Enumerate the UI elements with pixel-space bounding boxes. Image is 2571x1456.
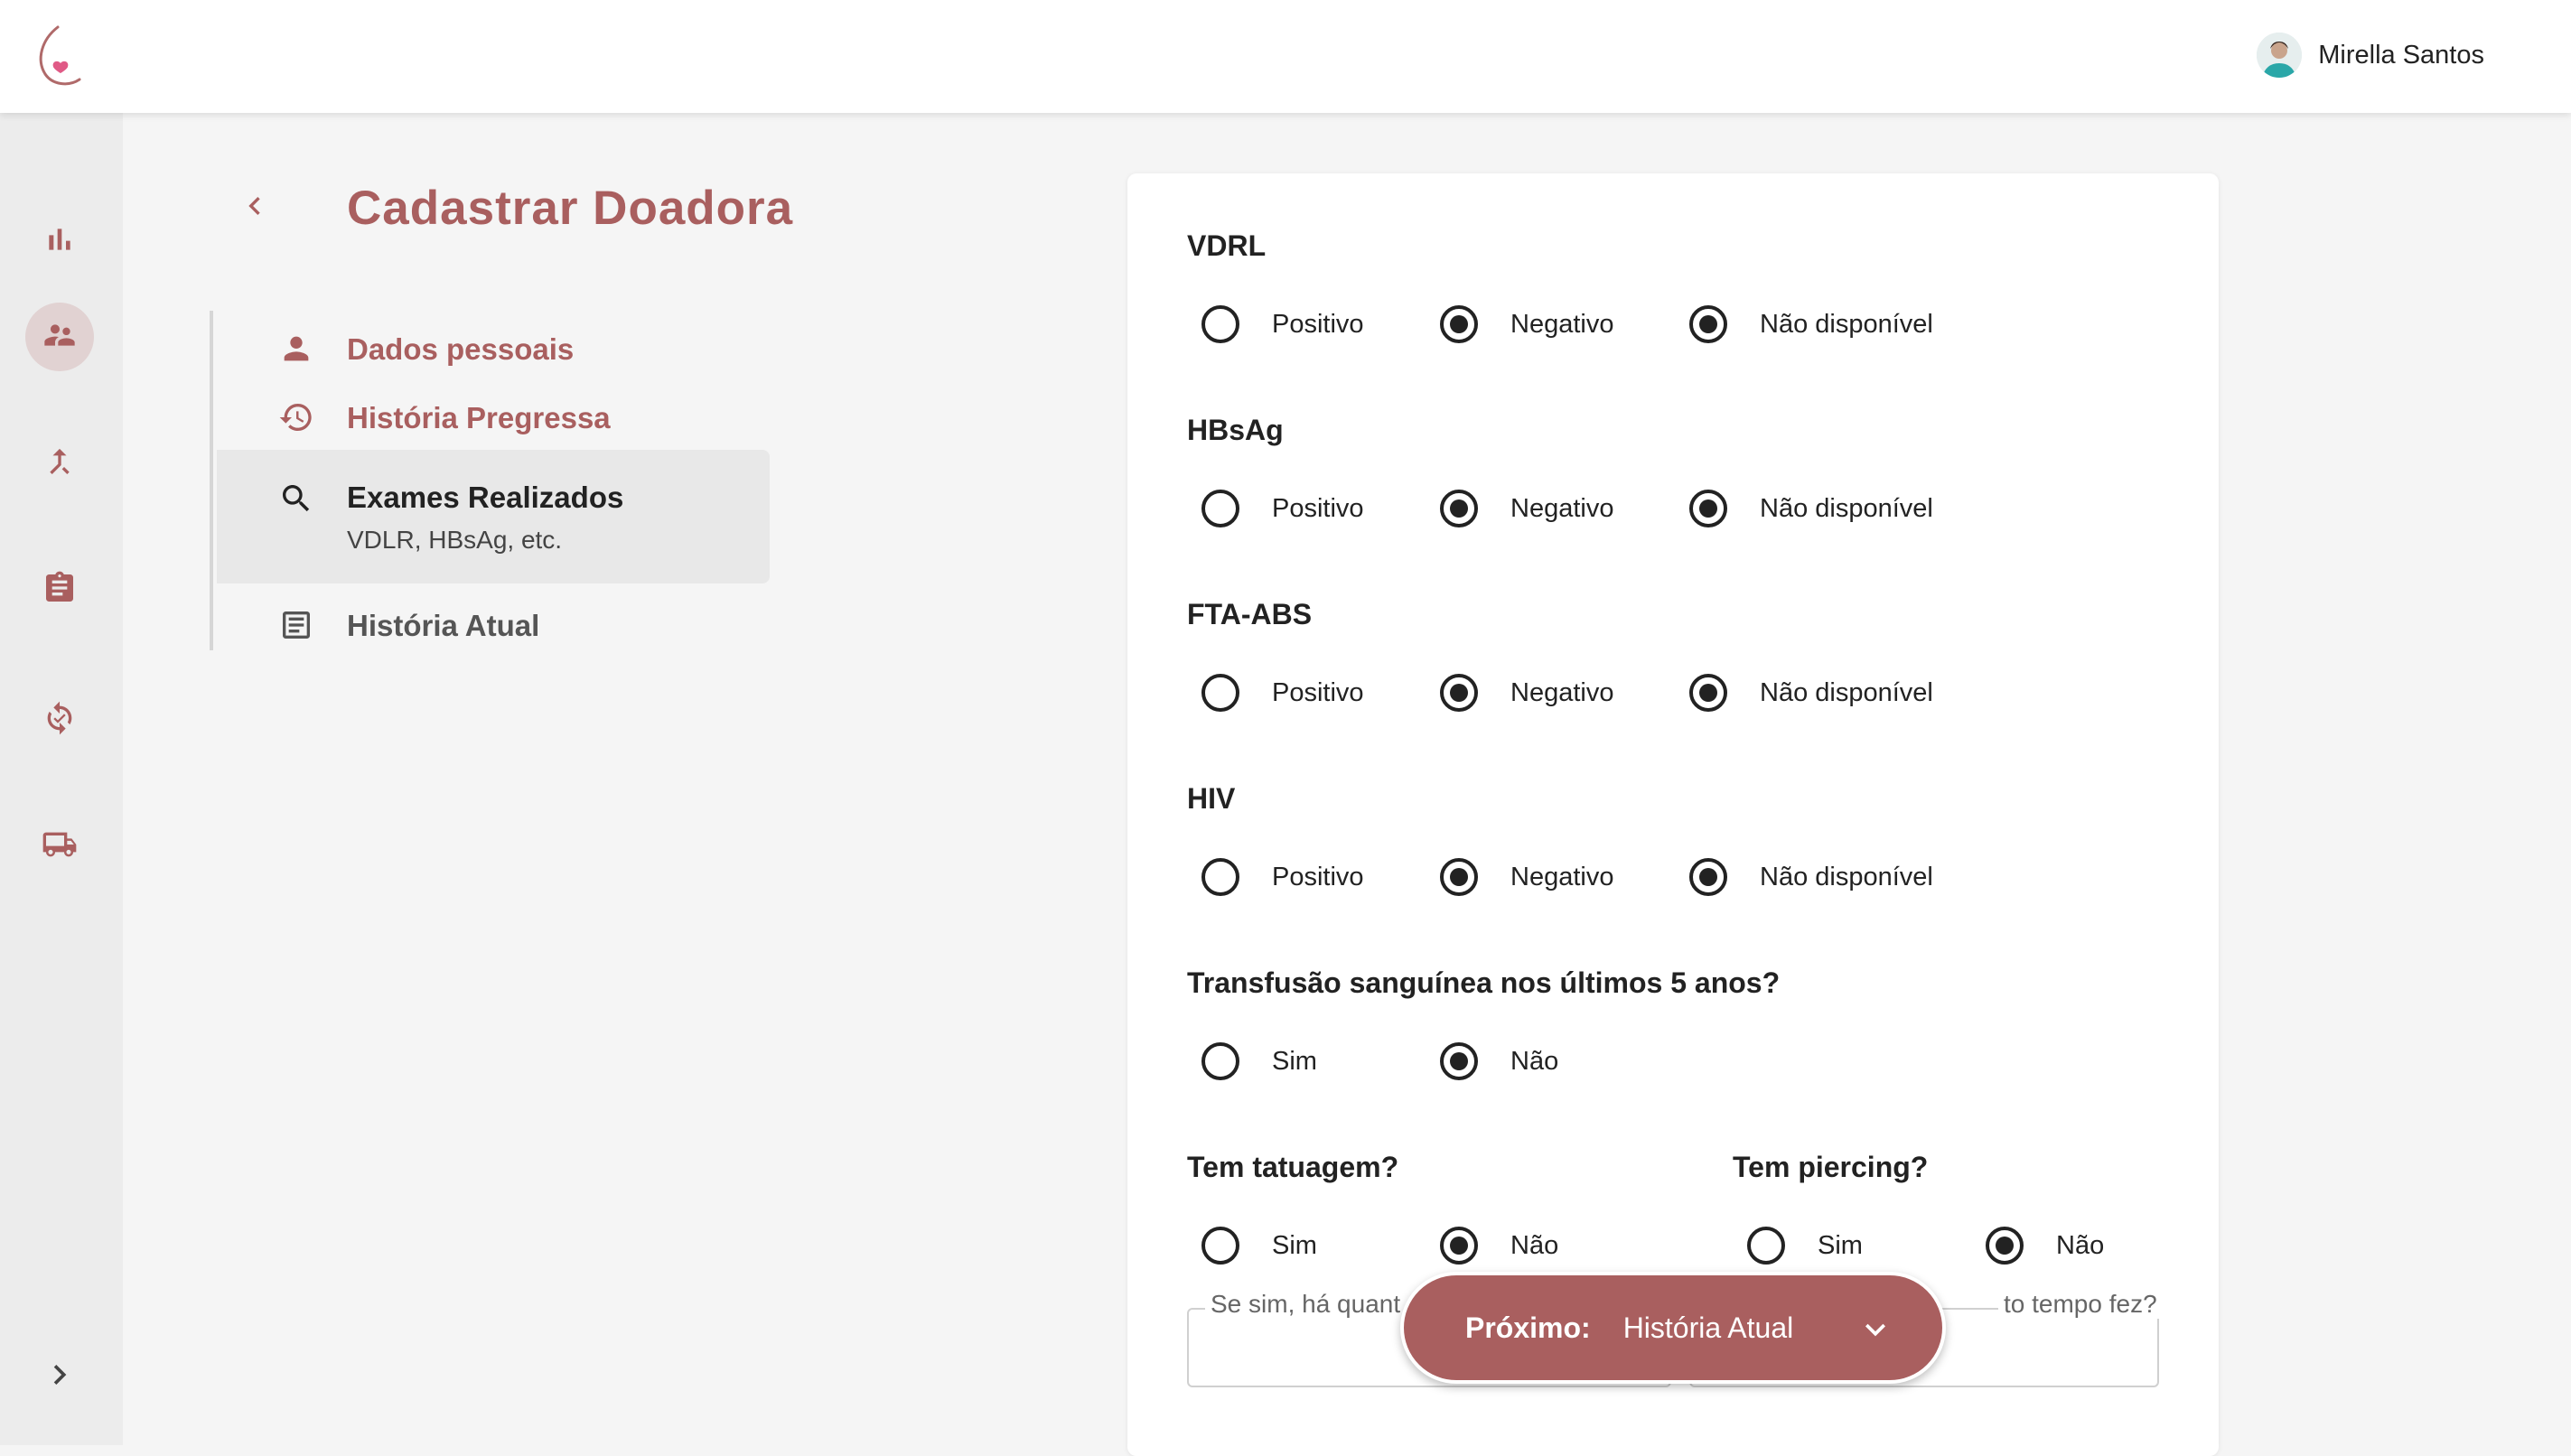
back-button[interactable] [235, 189, 275, 229]
radio-vdrl-negativo[interactable]: Negativo [1440, 305, 1613, 343]
radio-transfusao-sim[interactable]: Sim [1201, 1042, 1317, 1080]
user-name: Mirella Santos [2318, 40, 2484, 70]
radio-hbsag-nao-disponivel[interactable]: Não disponível [1689, 490, 1933, 527]
step-historia-pregressa[interactable]: História Pregressa [217, 387, 770, 444]
step-label: Exames Realizados [347, 481, 624, 514]
radio-vdrl-positivo[interactable]: Positivo [1201, 305, 1364, 343]
top-bar: Mirella Santos [0, 0, 2571, 113]
field-label: to tempo fez? [1998, 1290, 2163, 1319]
next-step-button[interactable]: Próximo: História Atual [1400, 1272, 1946, 1384]
next-step-name: História Atual [1622, 1311, 1794, 1344]
avatar [2257, 33, 2303, 78]
radio-hiv-negativo[interactable]: Negativo [1440, 858, 1613, 896]
radio-fta-nao-disponivel[interactable]: Não disponível [1689, 674, 1933, 712]
step-dados-pessoais[interactable]: Dados pessoais [217, 320, 770, 378]
step-historia-atual[interactable]: História Atual [217, 596, 770, 654]
radio-fta-negativo[interactable]: Negativo [1440, 674, 1613, 712]
search-icon [278, 481, 314, 517]
expand-rail-button[interactable] [40, 1355, 79, 1395]
article-icon [278, 607, 314, 643]
sync-nav-button[interactable] [25, 686, 94, 754]
radio-hiv-positivo[interactable]: Positivo [1201, 858, 1364, 896]
merge-nav-button[interactable] [25, 429, 94, 498]
question-label-piercing: Tem piercing? [1733, 1151, 1929, 1183]
radio-piercing-nao[interactable]: Não [1986, 1227, 2104, 1265]
bar-chart-icon [42, 221, 78, 262]
radio-piercing-sim[interactable]: Sim [1747, 1227, 1863, 1265]
truck-icon [42, 826, 78, 867]
step-label: História Pregressa [347, 401, 611, 434]
radio-tatuagem-nao[interactable]: Não [1440, 1227, 1558, 1265]
sync-check-icon [42, 700, 78, 741]
people-icon [42, 317, 78, 358]
history-icon [278, 399, 314, 435]
step-label: Dados pessoais [347, 332, 575, 366]
question-label-fta-abs: FTA-ABS [1187, 598, 1313, 630]
side-rail [0, 113, 123, 1445]
radio-hbsag-negativo[interactable]: Negativo [1440, 490, 1613, 527]
merge-icon [42, 443, 78, 484]
clipboard-icon [42, 570, 78, 611]
question-label-hbsag: HBsAg [1187, 414, 1284, 446]
question-label-hiv: HIV [1187, 782, 1236, 815]
dashboard-nav-button[interactable] [25, 207, 94, 275]
delivery-nav-button[interactable] [25, 812, 94, 881]
page-title: Cadastrar Doadora [347, 182, 794, 235]
question-label-transfusao: Transfusão sanguínea nos últimos 5 anos? [1187, 966, 1781, 999]
step-label: História Atual [347, 609, 540, 642]
next-prefix: Próximo: [1465, 1311, 1591, 1344]
page-header: Cadastrar Doadora [235, 181, 793, 236]
person-icon [278, 331, 314, 367]
donors-nav-button[interactable] [25, 303, 94, 371]
radio-tatuagem-sim[interactable]: Sim [1201, 1227, 1317, 1265]
chevron-down-icon[interactable] [1856, 1310, 1895, 1349]
radio-fta-positivo[interactable]: Positivo [1201, 674, 1364, 712]
field-label: Se sim, há quant [1205, 1290, 1407, 1319]
exams-form-card: VDRL Positivo Negativo Não disponível HB… [1127, 173, 2219, 1456]
chevron-left-icon [237, 188, 273, 229]
radio-vdrl-nao-disponivel[interactable]: Não disponível [1689, 305, 1933, 343]
step-exames-realizados[interactable]: Exames Realizados VDLR, HBsAg, etc. [217, 450, 770, 583]
radio-hiv-nao-disponivel[interactable]: Não disponível [1689, 858, 1933, 896]
clipboard-nav-button[interactable] [25, 555, 94, 624]
form-stepper: Dados pessoais História Pregressa Exames… [210, 311, 770, 650]
question-label-tatuagem: Tem tatuagem? [1187, 1151, 1399, 1183]
radio-hbsag-positivo[interactable]: Positivo [1201, 490, 1364, 527]
user-menu[interactable]: Mirella Santos [2257, 33, 2484, 78]
question-label-vdrl: VDRL [1187, 229, 1267, 262]
step-sublabel: VDLR, HBsAg, etc. [347, 526, 563, 554]
radio-transfusao-nao[interactable]: Não [1440, 1042, 1558, 1080]
chevron-right-icon [40, 1365, 79, 1398]
app-logo[interactable] [33, 23, 87, 90]
